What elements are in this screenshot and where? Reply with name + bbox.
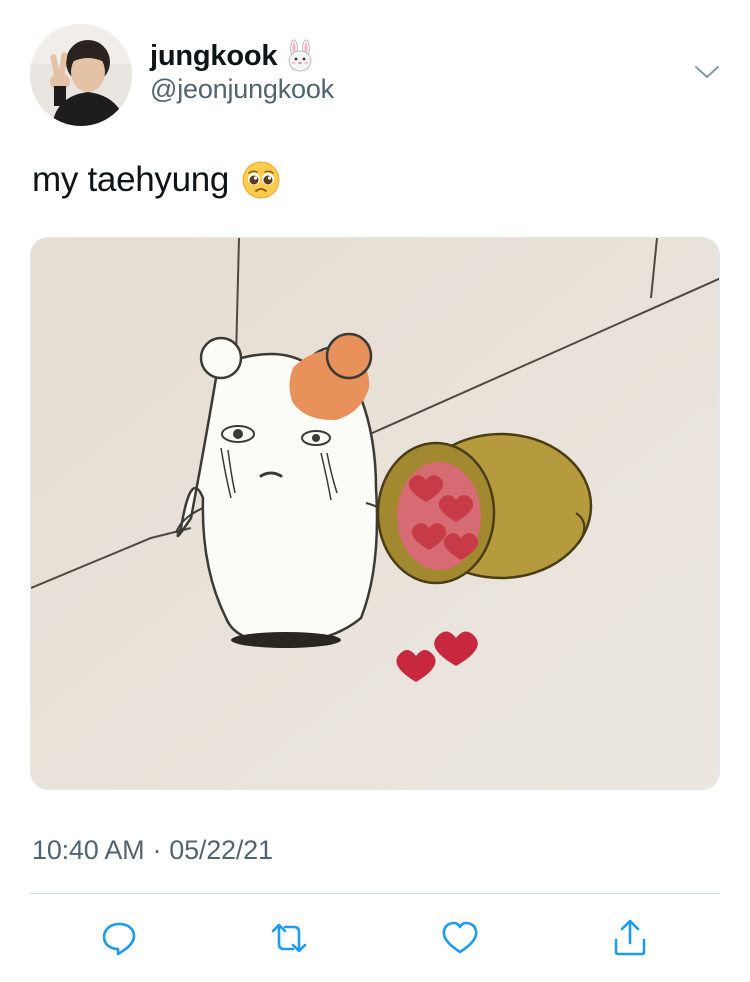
rabbit-face-emoji-icon bbox=[283, 39, 317, 73]
tweet: jungkook @jeonjungkook my taehyung 10:40… bbox=[0, 0, 750, 982]
comment-icon bbox=[99, 918, 139, 963]
pleading-face-emoji-icon bbox=[241, 160, 281, 200]
display-name-row: jungkook bbox=[150, 38, 334, 74]
tweet-text-row: my taehyung bbox=[32, 160, 281, 200]
avatar-photo bbox=[30, 24, 132, 126]
reply-button[interactable] bbox=[97, 918, 141, 962]
author-info[interactable]: jungkook @jeonjungkook bbox=[150, 38, 334, 105]
action-bar bbox=[0, 912, 750, 968]
divider bbox=[30, 893, 720, 894]
chevron-down-icon[interactable] bbox=[694, 62, 720, 82]
tweet-time: 10:40 AM bbox=[32, 835, 145, 865]
share-icon bbox=[610, 918, 650, 963]
avatar[interactable] bbox=[30, 24, 132, 126]
retweet-icon bbox=[269, 918, 309, 963]
share-button[interactable] bbox=[608, 918, 652, 962]
hamster-cartoon-image bbox=[31, 238, 719, 789]
display-name: jungkook bbox=[150, 39, 278, 72]
tweet-timestamp[interactable]: 10:40 AM · 05/22/21 bbox=[32, 835, 273, 866]
like-button[interactable] bbox=[438, 918, 482, 962]
tweet-text: my taehyung bbox=[32, 160, 230, 199]
user-handle: @jeonjungkook bbox=[150, 74, 334, 104]
tweet-image[interactable] bbox=[30, 237, 720, 790]
retweet-button[interactable] bbox=[267, 918, 311, 962]
tweet-date: 05/22/21 bbox=[169, 835, 273, 865]
heart-icon bbox=[440, 918, 480, 963]
timestamp-separator: · bbox=[152, 835, 162, 865]
